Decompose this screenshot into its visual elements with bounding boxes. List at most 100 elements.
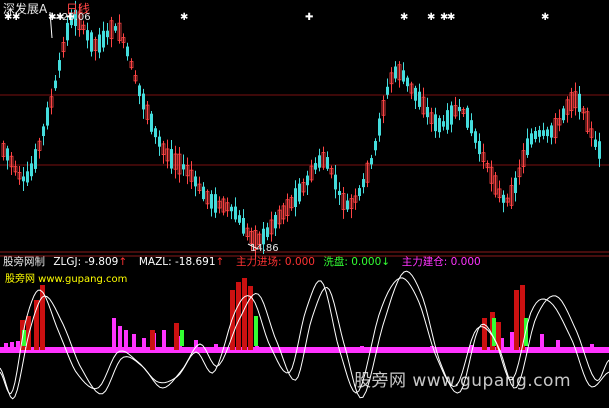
candle-body: [578, 93, 581, 112]
candle-body: [434, 114, 437, 132]
candle-body: [182, 164, 185, 170]
candle: [93, 36, 98, 61]
plus-icon: ✚: [66, 12, 75, 23]
candle: [594, 131, 597, 151]
candle: [301, 178, 306, 196]
candle: [598, 132, 601, 168]
candle: [309, 159, 314, 183]
zlgj-value: ZLGJ: -9.809↑,: [53, 256, 131, 268]
candle-body: [378, 118, 381, 136]
zljc2-value: 主力建仓: 0.000: [401, 256, 481, 268]
candle-body: [538, 130, 541, 137]
candle: [210, 190, 213, 217]
candle-body: [474, 131, 477, 143]
candle: [573, 82, 578, 116]
candle: [242, 209, 245, 236]
candle: [526, 128, 529, 158]
site-label: 股旁网 www.gupang.com: [5, 274, 128, 285]
candle-body: [234, 206, 237, 220]
candle-body: [562, 108, 565, 121]
candle-body: [294, 188, 297, 208]
candle: [173, 145, 178, 179]
candle: [90, 30, 93, 57]
asterisk-icon: ✱: [56, 12, 65, 23]
candle: [121, 33, 126, 49]
candle: [58, 52, 61, 78]
candle: [538, 125, 541, 143]
candle-body: [338, 190, 341, 196]
indicator-name[interactable]: 股旁网制: [3, 256, 45, 268]
candle-body: [46, 107, 49, 126]
candle: [6, 145, 9, 170]
candle: [274, 211, 277, 237]
candle: [329, 165, 334, 179]
candle: [478, 133, 481, 162]
candle: [409, 81, 414, 100]
candle: [346, 193, 349, 212]
low-price-label: 14.86: [250, 243, 279, 254]
candle-body: [142, 93, 145, 110]
candle: [466, 105, 469, 130]
candle: [493, 171, 498, 198]
candle: [150, 111, 153, 135]
candle: [142, 88, 145, 119]
candle: [202, 182, 205, 202]
candle-body: [298, 183, 301, 202]
candle-body: [442, 121, 445, 127]
candle: [214, 187, 217, 218]
candle-body: [346, 200, 349, 210]
asterisk-icon: ✱: [427, 12, 436, 23]
zljc-bar: [174, 323, 179, 350]
xp-bar: [254, 316, 258, 346]
xp-value: 洗盘: 0.000↓,: [323, 256, 394, 268]
candle: [397, 61, 402, 88]
candle-body: [202, 186, 205, 200]
candle-body: [90, 32, 93, 52]
candle: [458, 98, 461, 121]
candle: [126, 42, 129, 61]
candle-body: [402, 70, 405, 82]
zljc2-bar: [255, 346, 259, 350]
candle: [102, 21, 105, 52]
candle: [362, 173, 365, 194]
chart-canvas: [0, 0, 609, 400]
candle: [534, 127, 537, 143]
candle-body: [450, 105, 453, 125]
candle: [170, 139, 173, 174]
candle-body: [386, 86, 389, 95]
candle: [17, 165, 22, 185]
candle-body: [550, 125, 553, 138]
candle-body: [458, 106, 461, 112]
candle: [245, 223, 250, 241]
candle: [442, 115, 445, 131]
candle: [86, 22, 89, 49]
candle: [546, 126, 549, 143]
candle: [446, 103, 449, 134]
candle: [154, 126, 157, 144]
candle: [109, 16, 114, 48]
candle: [230, 204, 233, 220]
candle: [138, 83, 141, 105]
xp-arrow-icon: ↓: [381, 256, 391, 268]
candle-body: [170, 149, 173, 169]
candle: [353, 188, 358, 210]
candle: [530, 128, 533, 148]
candle: [158, 130, 161, 156]
candle: [381, 95, 386, 124]
candle: [298, 178, 301, 205]
zljc-bar: [150, 330, 155, 350]
candle-body: [478, 141, 481, 155]
candle-body: [466, 107, 469, 128]
zljc-value: 主力进场: 0.000: [236, 256, 315, 268]
candle: [509, 177, 514, 210]
candle: [370, 154, 373, 170]
candle-body: [126, 46, 129, 57]
candle: [326, 151, 329, 171]
candle: [334, 164, 337, 199]
candle: [321, 146, 326, 170]
candle: [386, 78, 389, 99]
candle: [461, 107, 466, 118]
candle: [565, 96, 570, 123]
candle: [294, 180, 297, 217]
candle: [581, 105, 586, 120]
